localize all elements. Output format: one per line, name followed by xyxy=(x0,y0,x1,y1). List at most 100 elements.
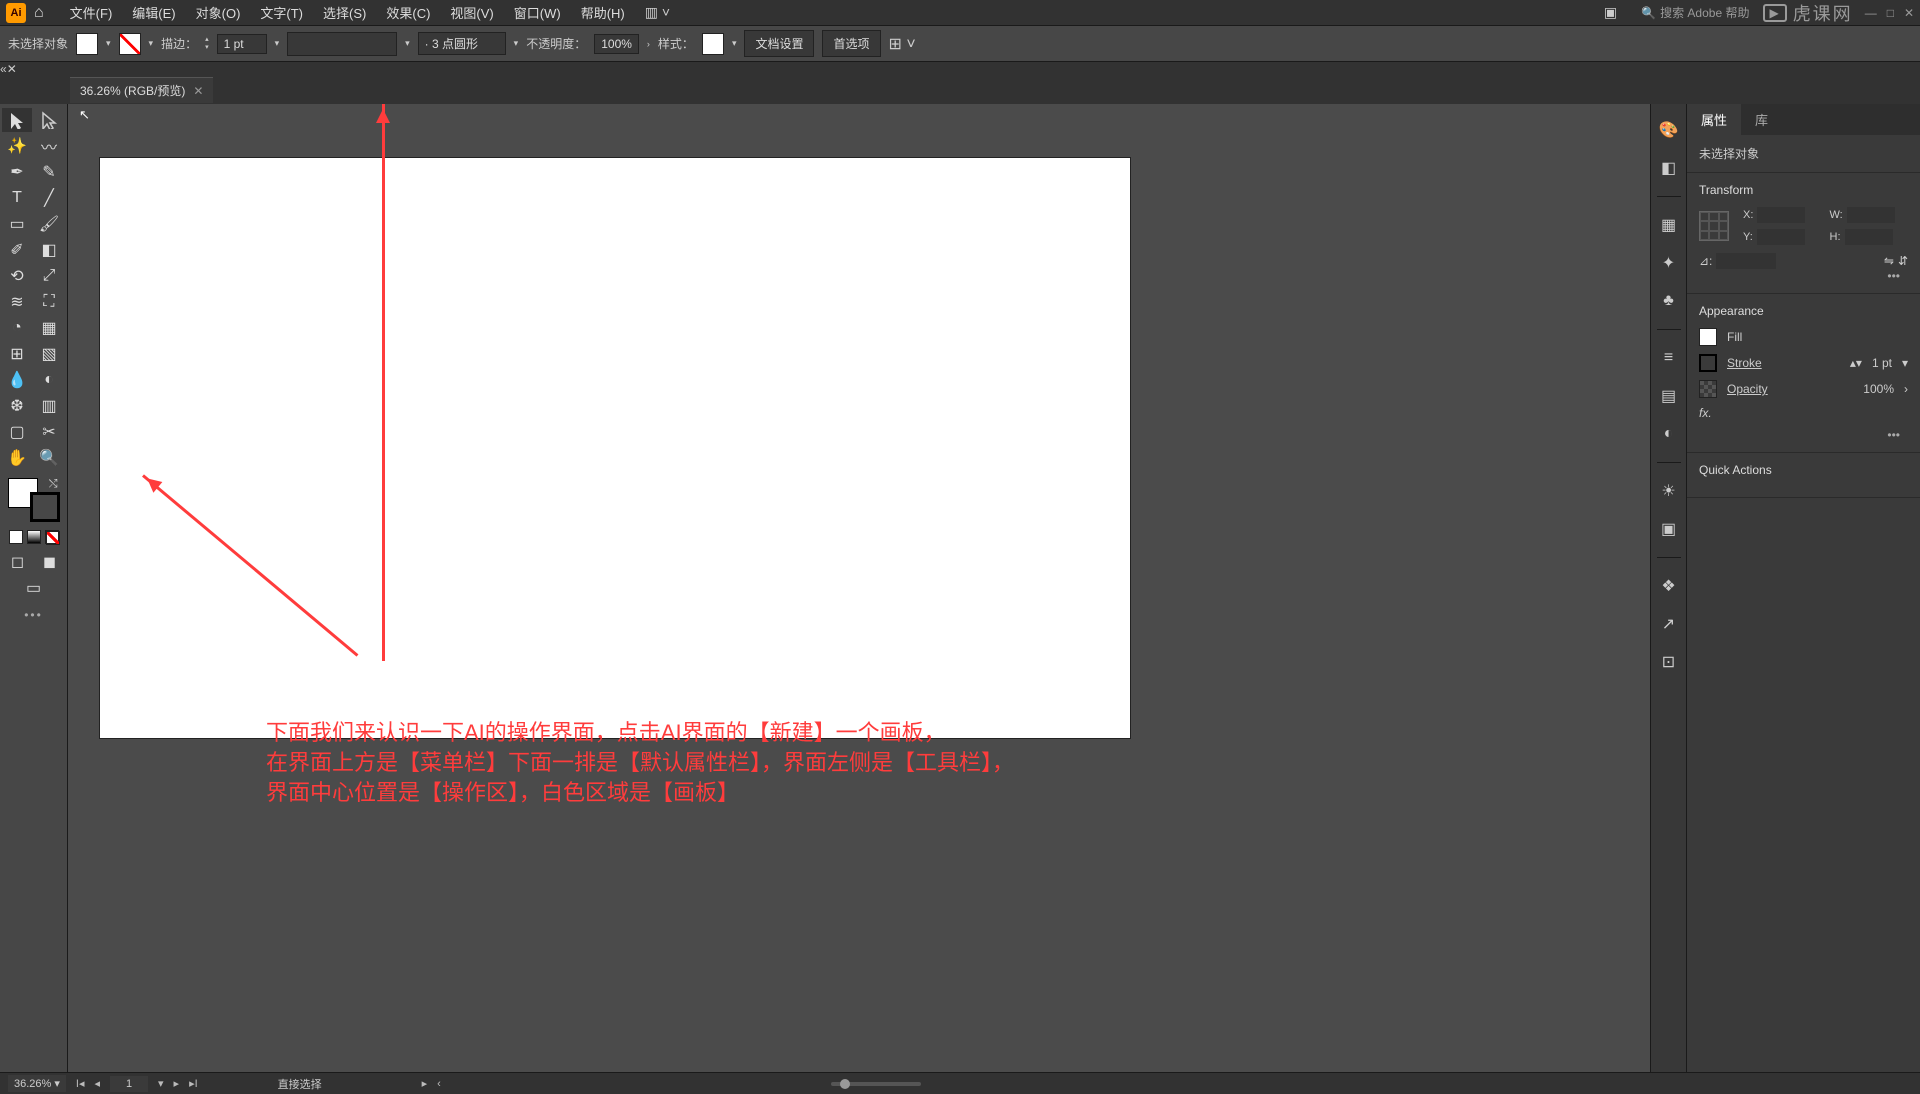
artboard[interactable] xyxy=(100,158,1130,738)
menu-type[interactable]: 文字(T) xyxy=(250,3,313,22)
fill-swatch[interactable] xyxy=(76,33,98,55)
maximize-icon[interactable]: □ xyxy=(1887,6,1894,20)
color-panel-icon[interactable]: 🎨 xyxy=(1657,118,1681,142)
home-icon[interactable]: ⌂ xyxy=(34,4,44,22)
symbol-sprayer-tool[interactable]: ❆ xyxy=(2,394,32,418)
menu-window[interactable]: 窗口(W) xyxy=(504,3,571,22)
appearance-stroke-value[interactable]: 1 pt xyxy=(1872,356,1892,370)
screen-mode-full[interactable]: ◼ xyxy=(35,550,65,574)
eraser-tool[interactable]: ◧ xyxy=(34,238,64,262)
magic-wand-tool[interactable]: ✨ xyxy=(2,134,32,158)
color-guide-panel-icon[interactable]: ◧ xyxy=(1657,156,1681,180)
flip-v-icon[interactable]: ⇵ xyxy=(1898,254,1908,268)
type-tool[interactable]: T xyxy=(2,186,32,210)
lasso-tool[interactable]: 〰 xyxy=(34,134,64,158)
transform-x-field[interactable] xyxy=(1757,207,1805,223)
tab-properties[interactable]: 属性 xyxy=(1687,104,1741,135)
screen-mode-normal[interactable]: ◻ xyxy=(3,550,33,574)
stroke-proxy-icon[interactable] xyxy=(30,492,60,522)
appearance-opacity-swatch[interactable] xyxy=(1699,380,1717,398)
blend-tool[interactable]: ◐ xyxy=(34,368,64,392)
help-search[interactable]: 🔍 搜索 Adobe 帮助 xyxy=(1641,4,1749,21)
graphic-styles-panel-icon[interactable]: ▣ xyxy=(1657,517,1681,541)
transform-w-field[interactable] xyxy=(1847,207,1895,223)
appearance-opacity-value[interactable]: 100% xyxy=(1863,382,1894,396)
hand-tool[interactable]: ✋ xyxy=(2,446,32,470)
document-tab[interactable]: 36.26% (RGB/预览) ✕ xyxy=(70,77,213,103)
rectangle-tool[interactable]: ▭ xyxy=(2,212,32,236)
artboard-last-icon[interactable]: ▸I xyxy=(189,1077,198,1090)
transform-angle-field[interactable] xyxy=(1716,253,1776,269)
mesh-tool[interactable]: ⊞ xyxy=(2,342,32,366)
transform-y-field[interactable] xyxy=(1757,229,1805,245)
color-mode-none[interactable] xyxy=(45,530,59,544)
scale-tool[interactable]: ⤢ xyxy=(34,264,64,288)
minimize-icon[interactable]: — xyxy=(1865,6,1877,20)
fx-label[interactable]: fx. xyxy=(1699,406,1712,420)
slice-tool[interactable]: ✂ xyxy=(34,420,64,444)
menu-file[interactable]: 文件(F) xyxy=(60,3,123,22)
status-play-icon[interactable]: ▸ xyxy=(422,1077,428,1090)
symbols-panel-icon[interactable]: ♣ xyxy=(1657,289,1681,313)
artboard-tool[interactable]: ▢ xyxy=(2,420,32,444)
transparency-panel-icon[interactable]: ◐ xyxy=(1657,422,1681,446)
reference-point-locator[interactable] xyxy=(1699,211,1729,241)
brushes-panel-icon[interactable]: ✦ xyxy=(1657,251,1681,275)
variable-width-profile[interactable] xyxy=(287,32,397,56)
swap-fill-stroke-icon[interactable]: ⤭ xyxy=(49,478,58,491)
gradient-panel-icon[interactable]: ▤ xyxy=(1657,384,1681,408)
opacity-field[interactable]: 100% xyxy=(594,34,639,54)
close-icon[interactable]: ✕ xyxy=(1904,6,1914,20)
tab-close-icon[interactable]: ✕ xyxy=(193,84,203,98)
brush-definition[interactable]: · 3 点圆形 xyxy=(418,32,506,55)
stroke-swatch[interactable] xyxy=(119,33,141,55)
horizontal-scrollbar[interactable] xyxy=(831,1082,921,1086)
rotate-tool[interactable]: ⟲ xyxy=(2,264,32,288)
stroke-dropdown-icon[interactable]: ▾ xyxy=(149,38,154,49)
artboard-prev-icon[interactable]: ◂ xyxy=(94,1077,100,1090)
shape-builder-tool[interactable]: ◔ xyxy=(2,316,32,340)
artboard-first-icon[interactable]: I◂ xyxy=(76,1077,85,1090)
menu-object[interactable]: 对象(O) xyxy=(186,3,251,22)
pen-tool[interactable]: ✒ xyxy=(2,160,32,184)
paintbrush-tool[interactable]: 🖌 xyxy=(34,212,64,236)
document-setup-button[interactable]: 文档设置 xyxy=(744,30,814,57)
appearance-fill-swatch[interactable] xyxy=(1699,328,1717,346)
artboard-number-field[interactable]: 1 xyxy=(110,1076,148,1092)
zoom-level-field[interactable]: 36.26% ▾ xyxy=(8,1075,66,1092)
arrange-documents-icon[interactable]: ▣ xyxy=(1604,4,1617,21)
preferences-button[interactable]: 首选项 xyxy=(822,30,880,57)
gradient-tool[interactable]: ▧ xyxy=(34,342,64,366)
fill-stroke-proxy[interactable]: ⤭ xyxy=(8,478,60,522)
color-mode-solid[interactable] xyxy=(9,530,23,544)
color-mode-gradient[interactable] xyxy=(27,530,41,544)
artboard-dropdown-icon[interactable]: ▾ xyxy=(158,1077,164,1090)
appearance-stroke-swatch[interactable] xyxy=(1699,354,1717,372)
appearance-more-icon[interactable]: ••• xyxy=(1699,428,1908,442)
width-tool[interactable]: ≋ xyxy=(2,290,32,314)
shaper-tool[interactable]: ✐ xyxy=(2,238,32,262)
column-graph-tool[interactable]: ▥ xyxy=(34,394,64,418)
artboards-panel-icon[interactable]: ⊡ xyxy=(1657,650,1681,674)
transform-more-icon[interactable]: ••• xyxy=(1699,269,1908,283)
stroke-panel-icon[interactable]: ≡ xyxy=(1657,346,1681,370)
asset-export-panel-icon[interactable]: ↗ xyxy=(1657,612,1681,636)
direct-selection-tool[interactable] xyxy=(34,108,64,132)
pretab-close-icon[interactable]: ✕ xyxy=(7,62,17,76)
curvature-tool[interactable]: ✎ xyxy=(34,160,64,184)
menu-edit[interactable]: 编辑(E) xyxy=(122,3,185,22)
tab-libraries[interactable]: 库 xyxy=(1741,104,1782,135)
canvas-viewport[interactable]: ↖ 下面我们来认识一下AI的操作界面，点击AI界面的【新建】一个画板， 在界面上… xyxy=(68,104,1650,1072)
flip-h-icon[interactable]: ⇋ xyxy=(1884,254,1894,268)
stroke-width-field[interactable]: 1 pt xyxy=(217,34,267,54)
perspective-grid-tool[interactable]: ▦ xyxy=(34,316,64,340)
edit-toolbar-icon[interactable]: ••• xyxy=(2,608,65,622)
selection-tool[interactable] xyxy=(2,108,32,132)
transform-h-field[interactable] xyxy=(1845,229,1893,245)
menu-view[interactable]: 视图(V) xyxy=(440,3,503,22)
menu-effect[interactable]: 效果(C) xyxy=(376,3,440,22)
draw-mode-icon[interactable]: ▭ xyxy=(10,576,58,600)
free-transform-tool[interactable]: ⛶ xyxy=(34,290,64,314)
style-swatch[interactable] xyxy=(702,33,724,55)
status-scroll-left-icon[interactable]: ‹ xyxy=(437,1078,441,1090)
